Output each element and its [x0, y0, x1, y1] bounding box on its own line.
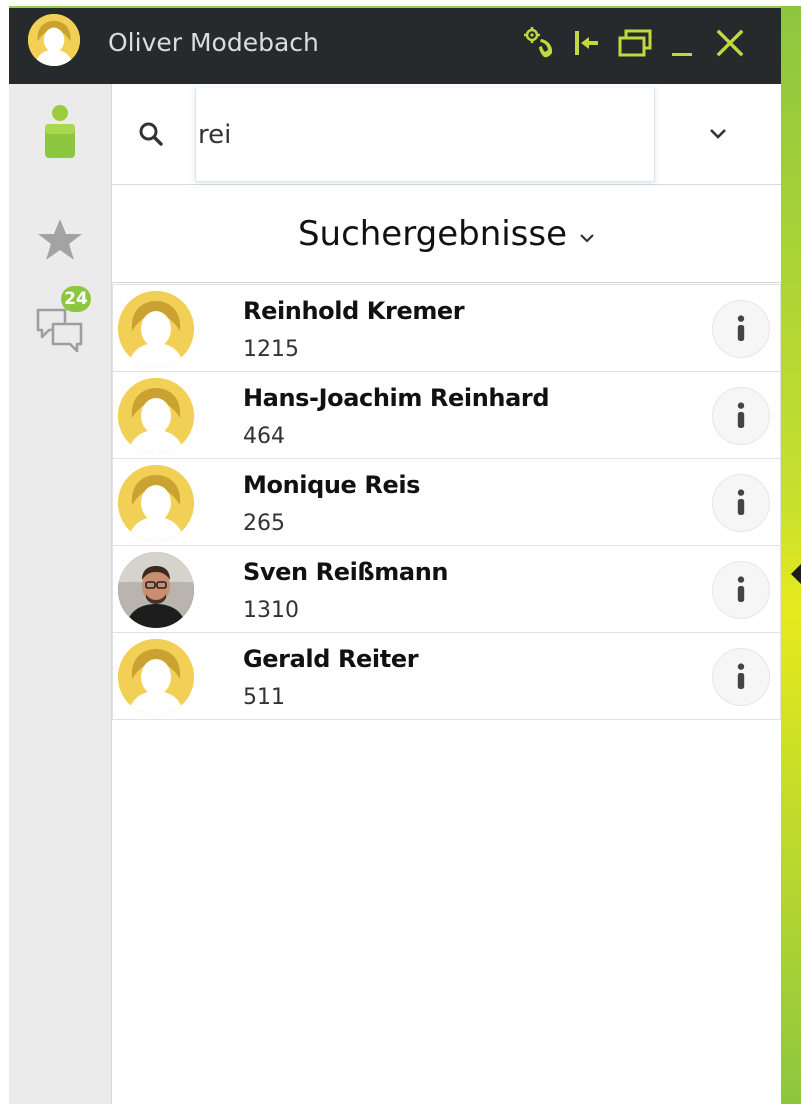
avatar-placeholder-icon [28, 14, 80, 66]
sidebar-item-contacts[interactable] [9, 102, 111, 162]
contact-avatar [118, 378, 194, 454]
contact-list: Reinhold Kremer 1215 Hans-Joachim Reinha… [112, 284, 781, 720]
sidebar-item-favorites[interactable] [9, 210, 111, 270]
contact-row[interactable]: Sven Reißmann 1310 [112, 546, 781, 633]
info-icon [733, 313, 749, 345]
avatar-placeholder-icon [118, 639, 194, 715]
contact-avatar [118, 465, 194, 541]
avatar-placeholder-icon [118, 291, 194, 367]
search-icon [138, 121, 164, 152]
app-window: Oliver Modebach 24 rei Suchergebnisse Re… [9, 6, 781, 1104]
contact-name: Hans-Joachim Reinhard [243, 384, 550, 412]
search-bar [112, 84, 781, 185]
contact-extension: 464 [243, 424, 285, 449]
chevron-down-icon [580, 233, 594, 243]
sidebar: 24 [9, 84, 112, 1104]
info-button[interactable] [712, 387, 770, 445]
contact-row[interactable]: Gerald Reiter 511 [112, 633, 781, 720]
avatar-placeholder-icon [118, 378, 194, 454]
contact-extension: 511 [243, 685, 285, 710]
main-panel: Suchergebnisse Reinhold Kremer 1215 [112, 84, 781, 1104]
info-icon [733, 487, 749, 519]
restore-window-icon[interactable] [615, 26, 655, 60]
own-avatar[interactable] [28, 14, 80, 66]
user-name: Oliver Modebach [108, 28, 319, 57]
pin-left-icon[interactable] [569, 26, 603, 60]
contact-extension: 1310 [243, 598, 299, 623]
results-title: Suchergebnisse [297, 213, 568, 254]
info-icon [733, 400, 749, 432]
info-button[interactable] [712, 648, 770, 706]
person-photo-icon [118, 552, 194, 628]
close-icon[interactable] [713, 26, 747, 60]
contact-avatar [118, 291, 194, 367]
contact-row[interactable]: Hans-Joachim Reinhard 464 [112, 372, 781, 459]
panel-pointer-arrow [791, 564, 801, 584]
search-input[interactable] [195, 88, 655, 182]
search-options-button[interactable] [702, 118, 734, 150]
info-button[interactable] [712, 474, 770, 532]
info-button[interactable] [712, 300, 770, 358]
contact-extension: 1215 [243, 337, 299, 362]
info-icon [733, 574, 749, 606]
results-header[interactable]: Suchergebnisse [112, 185, 781, 283]
avatar-placeholder-icon [118, 465, 194, 541]
accent-strip [781, 6, 801, 1104]
sidebar-item-chats[interactable]: 24 [9, 284, 111, 364]
contact-extension: 265 [243, 511, 285, 536]
contact-person-icon [45, 105, 75, 158]
info-button[interactable] [712, 561, 770, 619]
contact-name: Sven Reißmann [243, 558, 449, 586]
chevron-down-icon [710, 129, 726, 139]
contact-avatar [118, 639, 194, 715]
contact-row[interactable]: Monique Reis 265 [112, 459, 781, 546]
info-icon [733, 661, 749, 693]
contact-name: Gerald Reiter [243, 645, 419, 673]
title-bar: Oliver Modebach [9, 8, 781, 84]
contact-row[interactable]: Reinhold Kremer 1215 [112, 284, 781, 372]
contact-avatar-photo [118, 552, 194, 628]
unread-badge: 24 [61, 286, 91, 312]
phone-settings-icon[interactable] [521, 26, 557, 60]
contact-name: Monique Reis [243, 471, 421, 499]
contact-name: Reinhold Kremer [243, 297, 465, 325]
star-icon [38, 219, 82, 260]
minimize-icon[interactable] [669, 26, 695, 60]
